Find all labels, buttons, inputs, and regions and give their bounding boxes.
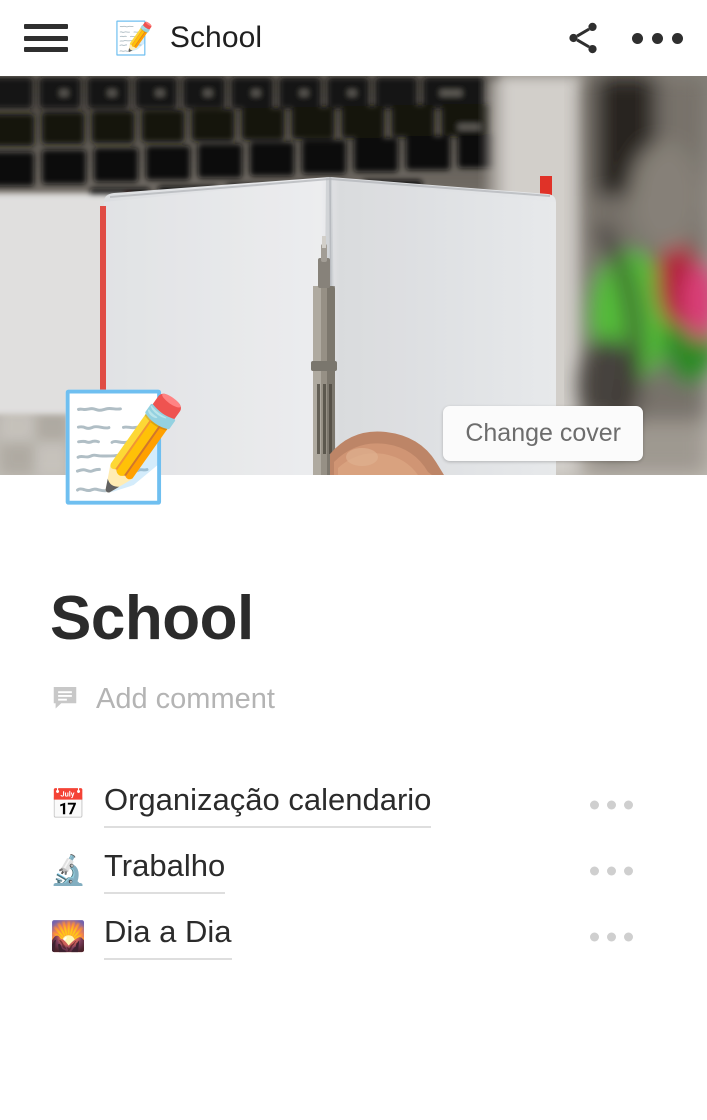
sub-page-label: Trabalho bbox=[104, 848, 226, 894]
add-comment-label: Add comment bbox=[96, 683, 275, 715]
hamburger-line bbox=[24, 35, 68, 41]
dot bbox=[607, 932, 616, 942]
dot bbox=[624, 866, 633, 876]
memo-icon: 📝 bbox=[114, 20, 154, 56]
dot bbox=[590, 800, 599, 810]
page-body: 📝 School Add comment 📅 Organização calen… bbox=[0, 395, 707, 1120]
dot bbox=[590, 866, 599, 876]
comment-bubble-icon bbox=[50, 682, 80, 717]
list-item[interactable]: 📅 Organização calendario bbox=[50, 772, 657, 838]
more-options-icon[interactable] bbox=[632, 32, 683, 44]
sub-page-label: Dia a Dia bbox=[104, 914, 232, 960]
hamburger-line bbox=[24, 24, 68, 29]
share-icon[interactable] bbox=[564, 19, 602, 57]
app-bar: 📝 School bbox=[0, 0, 707, 76]
change-cover-button[interactable]: Change cover bbox=[443, 406, 643, 461]
dot bbox=[624, 932, 633, 942]
app-bar-actions bbox=[564, 19, 683, 57]
dot bbox=[624, 800, 633, 810]
dot bbox=[652, 32, 663, 44]
hamburger-line bbox=[24, 47, 68, 52]
dot bbox=[590, 932, 599, 942]
list-item[interactable]: 🌄 Dia a Dia bbox=[50, 904, 657, 970]
row-more-options-icon[interactable] bbox=[584, 925, 639, 950]
app-bar-title: School bbox=[169, 21, 263, 54]
dot bbox=[607, 800, 616, 810]
sub-page-label: Organização calendario bbox=[104, 782, 432, 828]
page-memo-icon[interactable]: 📝 bbox=[58, 395, 189, 500]
dot bbox=[632, 32, 643, 44]
list-item[interactable]: 🔬 Trabalho bbox=[50, 838, 657, 904]
dot bbox=[607, 866, 616, 876]
sub-page-list: 📅 Organização calendario 🔬 Trabalho 🌄 Di… bbox=[50, 772, 657, 970]
dot bbox=[672, 32, 683, 44]
row-more-options-icon[interactable] bbox=[584, 793, 639, 818]
sunrise-over-mountains-icon: 🌄 bbox=[50, 920, 87, 953]
microscope-icon: 🔬 bbox=[50, 854, 87, 887]
add-comment-button[interactable]: Add comment bbox=[50, 682, 275, 717]
hamburger-menu-icon[interactable] bbox=[24, 21, 68, 55]
calendar-icon: 📅 bbox=[50, 788, 87, 821]
row-more-options-icon[interactable] bbox=[584, 859, 639, 884]
